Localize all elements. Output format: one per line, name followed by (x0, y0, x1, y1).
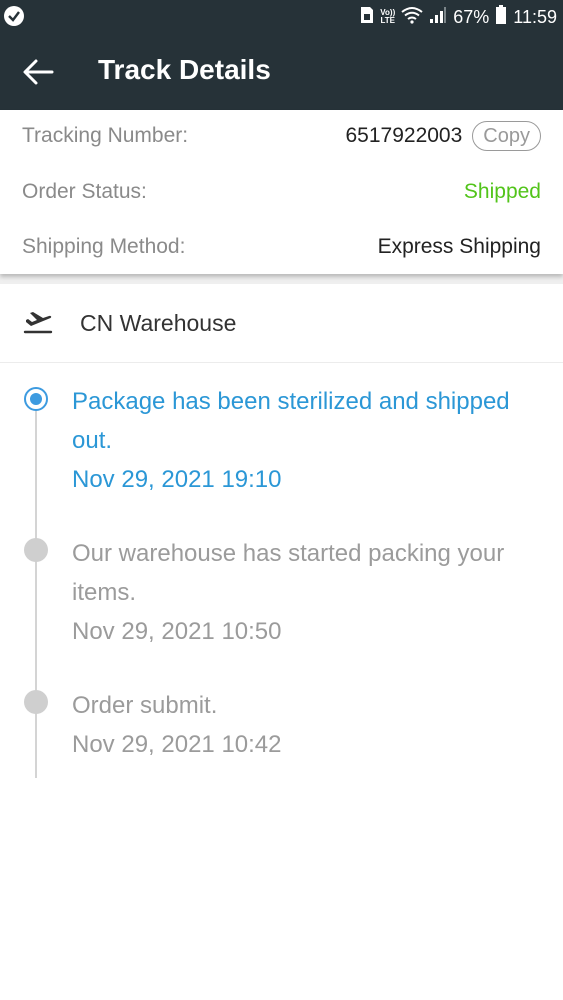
sim-icon (360, 6, 374, 29)
shipping-method-label: Shipping Method: (22, 235, 186, 258)
notification-check-icon (4, 6, 24, 26)
shipping-method-row: Shipping Method: Express Shipping (22, 227, 541, 267)
copy-button[interactable]: Copy (472, 121, 541, 151)
timeline-line (35, 400, 37, 778)
timeline-event: Our warehouse has started packing your i… (72, 534, 532, 651)
tracking-number-row: Tracking Number: 6517922003 Copy (22, 116, 541, 156)
event-description: Order submit. (72, 692, 218, 719)
signal-icon (429, 6, 447, 29)
order-status-value: Shipped (463, 180, 541, 203)
event-description: Our warehouse has started packing your i… (72, 540, 505, 606)
event-time: Nov 29, 2021 10:50 (72, 618, 282, 645)
timeline-event: Package has been sterilized and shipped … (72, 382, 532, 499)
timeline-dot (24, 690, 48, 714)
wifi-icon (401, 6, 423, 29)
event-time: Nov 29, 2021 19:10 (72, 466, 282, 493)
app-header: Track Details (0, 34, 563, 110)
clock: 11:59 (513, 6, 557, 27)
tracking-number-value: 6517922003 (345, 124, 463, 147)
event-time: Nov 29, 2021 10:42 (72, 731, 282, 758)
airplane-departure-icon (23, 312, 53, 334)
battery-icon (495, 4, 507, 30)
order-status-row: Order Status: Shipped (22, 172, 541, 212)
status-bar: Vo)) LTE 67% 11:59 (0, 0, 563, 34)
battery-percent: 67% (453, 6, 490, 27)
page-title: Track Details (98, 54, 271, 85)
back-arrow-icon (23, 59, 54, 85)
timeline-dot-active (24, 387, 48, 411)
tracking-number-label: Tracking Number: (22, 124, 189, 147)
event-description: Package has been sterilized and shipped … (72, 388, 510, 454)
back-button[interactable] (18, 52, 58, 92)
section-divider (0, 274, 563, 284)
timeline-dot (24, 538, 48, 562)
timeline-event: Order submit. Nov 29, 2021 10:42 (72, 686, 532, 764)
warehouse-header: CN Warehouse (0, 284, 563, 363)
order-summary: Tracking Number: 6517922003 Copy Order S… (0, 110, 563, 274)
shipping-method-value: Express Shipping (377, 235, 541, 258)
order-status-label: Order Status: (22, 180, 147, 203)
warehouse-name: CN Warehouse (80, 310, 237, 336)
volte-indicator: Vo)) LTE (380, 8, 396, 25)
